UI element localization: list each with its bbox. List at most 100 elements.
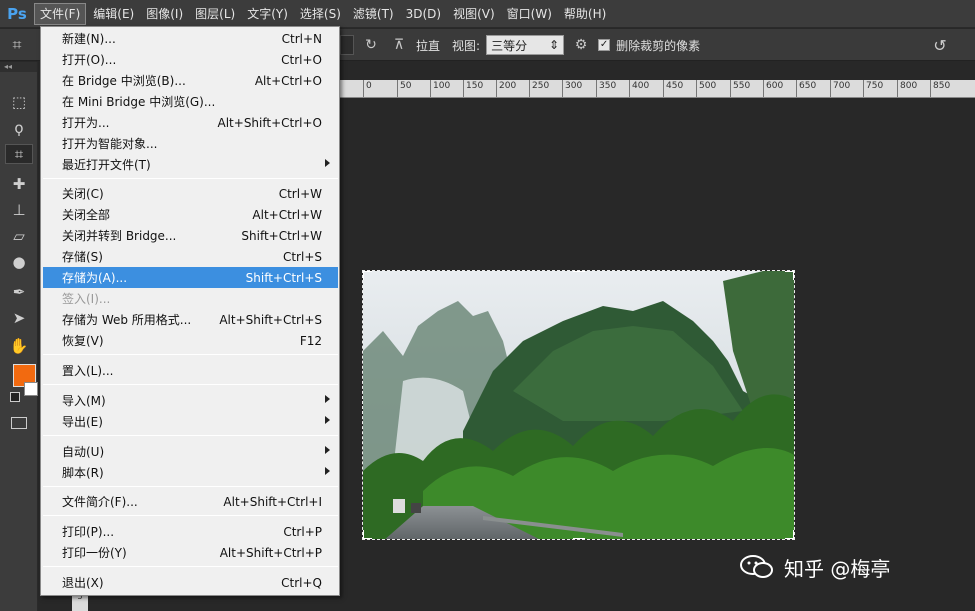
straighten-label[interactable]: 拉直 — [416, 37, 440, 54]
ruler-tick: 200 — [496, 80, 516, 97]
delete-cropped-checkbox[interactable]: ✓ — [598, 39, 611, 51]
ruler-tick: 0 — [363, 80, 372, 97]
quick-mask-icon[interactable] — [11, 417, 27, 429]
ruler-tick: 500 — [696, 80, 716, 97]
menu-filter[interactable]: 滤镜(T) — [348, 3, 399, 25]
reset-icon[interactable]: ↺ — [929, 34, 951, 56]
crop-handle-bottom-right[interactable] — [785, 530, 794, 539]
path-select-icon[interactable]: ➤ — [5, 308, 33, 328]
submenu-arrow-icon — [325, 446, 330, 454]
menu-item-scripts[interactable]: 脚本(R) — [43, 462, 338, 483]
delete-cropped-label[interactable]: 删除裁剪的像素 — [616, 37, 700, 54]
menu-select[interactable]: 选择(S) — [295, 3, 346, 25]
menu-help[interactable]: 帮助(H) — [559, 3, 611, 25]
canvas-image[interactable] — [362, 270, 795, 540]
menu-item-shortcut: Shift+Ctrl+W — [241, 228, 322, 243]
menu-item-label: 打印一份(Y) — [62, 546, 127, 560]
ruler-tick: 50 — [397, 80, 411, 97]
default-colors-icon[interactable] — [10, 392, 20, 402]
menu-item-shortcut: Alt+Shift+Ctrl+O — [217, 115, 322, 130]
menu-3d[interactable]: 3D(D) — [401, 3, 446, 25]
menu-item-label: 存储(S) — [62, 250, 103, 264]
menu-item-close[interactable]: 关闭(C) Ctrl+W — [43, 183, 338, 204]
ruler-tick: 250 — [529, 80, 549, 97]
menu-item-open[interactable]: 打开(O)... Ctrl+O — [43, 49, 338, 70]
ruler-tick: 800 — [897, 80, 917, 97]
crop-handle-bottom-left[interactable] — [363, 530, 372, 539]
menu-item-label: 脚本(R) — [62, 466, 104, 480]
straighten-icon[interactable]: ⊼ — [388, 34, 410, 56]
menu-item-label: 在 Bridge 中浏览(B)... — [62, 74, 186, 88]
rotate-icon[interactable]: ↻ — [360, 34, 382, 56]
menu-item-label: 存储为 Web 所用格式... — [62, 313, 192, 327]
menu-item-place[interactable]: 置入(L)... — [43, 360, 338, 381]
menu-item-exit[interactable]: 退出(X) Ctrl+Q — [43, 572, 338, 593]
ruler-tick: 150 — [463, 80, 483, 97]
menu-item-file-info[interactable]: 文件简介(F)... Alt+Shift+Ctrl+I — [43, 491, 338, 512]
menu-item-check-in: 签入(I)... — [43, 288, 338, 309]
menu-item-open-as[interactable]: 打开为... Alt+Shift+Ctrl+O — [43, 112, 338, 133]
menu-window[interactable]: 窗口(W) — [502, 3, 557, 25]
toolbox-collapse-icon[interactable]: ◂◂ — [0, 62, 37, 72]
menu-item-recent-files[interactable]: 最近打开文件(T) — [43, 154, 338, 175]
menu-item-shortcut: Ctrl+O — [281, 52, 322, 67]
crop-tool-icon[interactable]: ⌗ — [5, 144, 33, 164]
menu-file[interactable]: 文件(F) — [34, 2, 87, 25]
menu-edit[interactable]: 编辑(E) — [88, 3, 139, 25]
menu-item-label: 打印(P)... — [62, 525, 115, 539]
menu-separator — [43, 515, 338, 516]
view-overlay-select[interactable]: 三等分 ⇕ — [486, 35, 565, 55]
menu-item-print-one-copy[interactable]: 打印一份(Y) Alt+Shift+Ctrl+P — [43, 542, 338, 563]
marquee-tool-icon[interactable]: ⬚ — [5, 92, 33, 112]
hand-tool-icon[interactable]: ✋ — [5, 336, 33, 356]
menu-layer[interactable]: 图层(L) — [190, 3, 240, 25]
photoshop-logo: Ps — [7, 4, 27, 23]
crop-tool-preset-icon[interactable]: ⌗ — [0, 29, 34, 61]
menu-item-browse-bridge[interactable]: 在 Bridge 中浏览(B)... Alt+Ctrl+O — [43, 70, 338, 91]
eraser-icon[interactable]: ▱ — [5, 226, 33, 246]
ruler-tick: 100 — [430, 80, 450, 97]
menu-item-print[interactable]: 打印(P)... Ctrl+P — [43, 521, 338, 542]
menu-item-shortcut: F12 — [299, 333, 322, 348]
menu-item-save-as[interactable]: 存储为(A)... Shift+Ctrl+S — [43, 267, 338, 288]
menu-item-label: 在 Mini Bridge 中浏览(G)... — [62, 95, 216, 109]
menu-item-label: 最近打开文件(T) — [62, 158, 151, 172]
wechat-logo-icon — [740, 554, 774, 580]
menu-view[interactable]: 视图(V) — [448, 3, 500, 25]
menu-item-label: 打开为... — [62, 116, 110, 130]
lasso-tool-icon[interactable]: ϙ — [5, 118, 33, 138]
view-label: 视图: — [452, 38, 481, 53]
clone-stamp-icon[interactable]: ⊥ — [5, 200, 33, 220]
menu-item-new[interactable]: 新建(N)... Ctrl+N — [43, 28, 338, 49]
menu-item-automate[interactable]: 自动(U) — [43, 441, 338, 462]
background-color-swatch[interactable] — [24, 382, 38, 396]
menu-item-shortcut: Shift+Ctrl+S — [245, 270, 322, 285]
menu-image[interactable]: 图像(I) — [141, 3, 188, 25]
menu-item-close-all[interactable]: 关闭全部 Alt+Ctrl+W — [43, 204, 338, 225]
crop-handle-top-right[interactable] — [785, 271, 794, 280]
menu-item-revert[interactable]: 恢复(V) F12 — [43, 330, 338, 351]
menu-item-close-go-bridge[interactable]: 关闭并转到 Bridge... Shift+Ctrl+W — [43, 225, 338, 246]
blur-tool-icon[interactable]: ● — [5, 252, 33, 272]
gear-icon[interactable]: ⚙ — [570, 34, 592, 56]
menu-separator — [43, 178, 338, 179]
menu-item-import[interactable]: 导入(M) — [43, 390, 338, 411]
submenu-arrow-icon — [325, 416, 330, 424]
ratio-height-field[interactable] — [340, 35, 354, 55]
menu-item-save-for-web[interactable]: 存储为 Web 所用格式... Alt+Shift+Ctrl+S — [43, 309, 338, 330]
menu-item-save[interactable]: 存储(S) Ctrl+S — [43, 246, 338, 267]
menu-item-export[interactable]: 导出(E) — [43, 411, 338, 432]
ruler-tick: 600 — [763, 80, 783, 97]
menu-separator — [43, 566, 338, 567]
crop-handle-top[interactable] — [573, 271, 585, 273]
healing-brush-icon[interactable]: ✚ — [5, 174, 33, 194]
crop-handle-top-left[interactable] — [363, 271, 372, 280]
menu-item-shortcut: Ctrl+P — [283, 524, 322, 539]
crop-handle-bottom[interactable] — [573, 537, 585, 539]
menu-type[interactable]: 文字(Y) — [242, 3, 293, 25]
ruler-tick: 550 — [730, 80, 750, 97]
pen-tool-icon[interactable]: ✒ — [5, 282, 33, 302]
submenu-arrow-icon — [325, 467, 330, 475]
menu-item-browse-mini-bridge[interactable]: 在 Mini Bridge 中浏览(G)... — [43, 91, 338, 112]
menu-item-open-smart-object[interactable]: 打开为智能对象... — [43, 133, 338, 154]
